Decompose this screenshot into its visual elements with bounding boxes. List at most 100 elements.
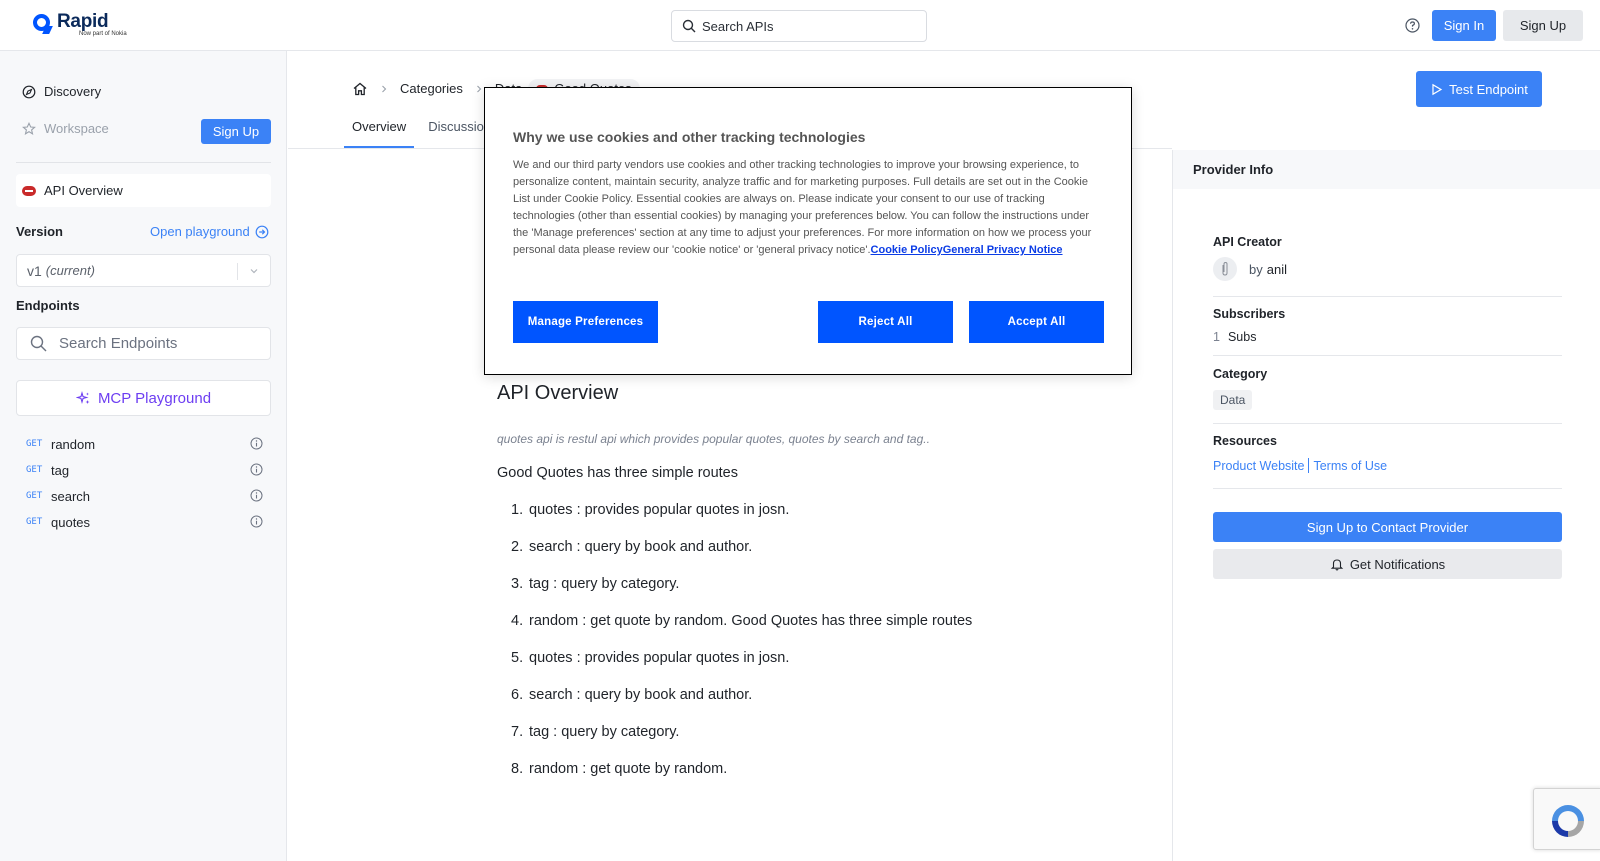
- route-text: tag : query by category.: [529, 576, 680, 592]
- endpoint-item-random[interactable]: GET random: [16, 431, 271, 457]
- divider: [1213, 296, 1562, 297]
- provider-panel: Provider Info API Creator by anil Subscr…: [1172, 150, 1600, 861]
- endpoint-item-tag[interactable]: GET tag: [16, 457, 271, 483]
- workspace-label: Workspace: [44, 121, 109, 136]
- cookie-consent-dialog: Why we use cookies and other tracking te…: [484, 87, 1132, 375]
- test-endpoint-label: Test Endpoint: [1449, 81, 1528, 97]
- endpoint-item-quotes[interactable]: GET quotes: [16, 509, 271, 535]
- list-item: 2. search : query by book and author.: [511, 539, 972, 576]
- test-endpoint-button[interactable]: Test Endpoint: [1416, 71, 1542, 107]
- product-website-link[interactable]: Product Website: [1213, 459, 1304, 473]
- sidebar: Discovery Workspace Sign Up API Overview…: [0, 51, 287, 861]
- route-text: search : query by book and author.: [529, 687, 753, 703]
- cookie-policy-link[interactable]: Cookie Policy: [871, 244, 943, 256]
- overview-description: quotes api is restul api which provides …: [497, 432, 930, 446]
- version-select[interactable]: v1 (current): [16, 254, 271, 287]
- star-icon: [22, 121, 36, 135]
- recaptcha-badge[interactable]: [1533, 788, 1600, 850]
- subscribers-label: Subscribers: [1213, 307, 1286, 321]
- provider-info-header: Provider Info: [1173, 150, 1600, 189]
- breadcrumb-categories[interactable]: Categories: [400, 81, 463, 96]
- api-badge-icon: [22, 185, 36, 196]
- terms-of-use-link[interactable]: Terms of Use: [1313, 459, 1387, 473]
- subscribers-count: 1: [1213, 330, 1220, 344]
- list-item: 8. random : get quote by random.: [511, 761, 972, 798]
- bell-icon: [1330, 559, 1344, 571]
- open-playground-link[interactable]: Open playground: [150, 224, 269, 239]
- sign-in-button[interactable]: Sign In: [1432, 10, 1496, 41]
- overview-intro: Good Quotes has three simple routes: [497, 465, 738, 481]
- info-icon[interactable]: [250, 489, 263, 502]
- compass-icon: [22, 85, 36, 98]
- chevron-right-icon: [382, 85, 387, 92]
- routes-list: 1. quotes : provides popular quotes in jo…: [511, 502, 972, 798]
- route-text: random : get quote by random.: [529, 761, 728, 777]
- logo-word: Rapid: [57, 11, 109, 32]
- route-text: tag : query by category.: [529, 724, 680, 740]
- search-icon: [30, 335, 47, 352]
- route-text: random : get quote by random. Good Quote…: [529, 613, 973, 629]
- reject-all-button[interactable]: Reject All: [818, 301, 953, 343]
- list-item: 4. random : get quote by random. Good Quo…: [511, 613, 972, 650]
- home-icon[interactable]: [352, 81, 368, 97]
- sidebar-sign-up-button[interactable]: Sign Up: [201, 119, 271, 144]
- endpoint-item-search[interactable]: GET search: [16, 483, 271, 509]
- privacy-notice-link[interactable]: General Privacy Notice: [943, 244, 1063, 256]
- sidebar-item-discovery[interactable]: Discovery: [22, 84, 101, 99]
- top-bar: Rapid Now part of Nokia Search APIs Sign…: [0, 0, 1600, 51]
- version-current-tag: (current): [45, 263, 95, 278]
- info-icon[interactable]: [250, 463, 263, 476]
- rapid-logo[interactable]: Rapid Now part of Nokia: [32, 12, 127, 37]
- sidebar-item-api-overview[interactable]: API Overview: [16, 174, 271, 207]
- creator-row[interactable]: by anil: [1213, 257, 1562, 281]
- info-icon[interactable]: [250, 437, 263, 450]
- list-item: 5. quotes : provides popular quotes in jo…: [511, 650, 972, 687]
- avatar: [1213, 257, 1237, 281]
- info-icon[interactable]: [250, 515, 263, 528]
- cookie-dialog-text: We and our third party vendors use cooki…: [513, 159, 1092, 256]
- category-badge[interactable]: Data: [1213, 390, 1253, 410]
- play-icon: [1432, 83, 1443, 95]
- endpoints-label: Endpoints: [16, 298, 80, 313]
- discovery-label: Discovery: [44, 84, 102, 99]
- endpoint-name: quotes: [51, 514, 91, 530]
- search-endpoints-input[interactable]: Search Endpoints: [16, 327, 271, 360]
- list-item: 1. quotes : provides popular quotes in jo…: [511, 502, 972, 539]
- search-icon: [682, 19, 696, 33]
- api-creator-label: API Creator: [1213, 235, 1282, 249]
- api-overview-label: API Overview: [44, 183, 123, 198]
- mcp-playground-label: MCP Playground: [97, 389, 212, 407]
- arrow-circle-right-icon: [255, 225, 269, 238]
- overview-content: API Overview quotes api is restul api wh…: [497, 382, 1137, 777]
- manage-preferences-button[interactable]: Manage Preferences: [513, 301, 658, 343]
- search-apis-input[interactable]: Search APIs: [671, 10, 927, 42]
- endpoint-method: GET: [26, 517, 43, 527]
- tab-overview[interactable]: Overview: [344, 117, 415, 148]
- list-item: 7. tag : query by category.: [511, 724, 972, 761]
- cookie-dialog-title: Why we use cookies and other tracking te…: [513, 129, 866, 145]
- contact-provider-button[interactable]: Sign Up to Contact Provider: [1213, 512, 1562, 542]
- resources-links: Product Website Terms of Use: [1213, 458, 1562, 473]
- route-text: search : query by book and author.: [529, 539, 753, 555]
- logo-subtitle: Now part of Nokia: [79, 31, 127, 37]
- divider: [1213, 355, 1562, 356]
- sign-up-button[interactable]: Sign Up: [1503, 10, 1583, 41]
- divider: [1213, 488, 1562, 489]
- version-label: Version: [16, 224, 63, 239]
- get-notifications-button[interactable]: Get Notifications: [1213, 549, 1562, 579]
- category-section: Category Data: [1213, 367, 1562, 410]
- help-icon[interactable]: [1404, 17, 1421, 34]
- search-endpoints-placeholder: Search Endpoints: [59, 335, 178, 352]
- get-notifications-label: Get Notifications: [1349, 556, 1446, 572]
- endpoint-method: GET: [26, 491, 43, 501]
- list-item: 3. tag : query by category.: [511, 576, 972, 613]
- sidebar-item-workspace[interactable]: Workspace: [22, 121, 109, 136]
- route-text: quotes : provides popular quotes in josn…: [529, 650, 790, 666]
- mcp-playground-button[interactable]: MCP Playground: [16, 380, 271, 416]
- sidebar-divider: [16, 162, 271, 163]
- endpoint-list: GET random GET tag GET search GET quotes: [16, 431, 271, 535]
- accept-all-button[interactable]: Accept All: [969, 301, 1104, 343]
- endpoint-name: search: [51, 488, 91, 504]
- subscribers-section: Subscribers 1 Subs: [1213, 307, 1562, 344]
- sparkle-icon: [75, 390, 90, 404]
